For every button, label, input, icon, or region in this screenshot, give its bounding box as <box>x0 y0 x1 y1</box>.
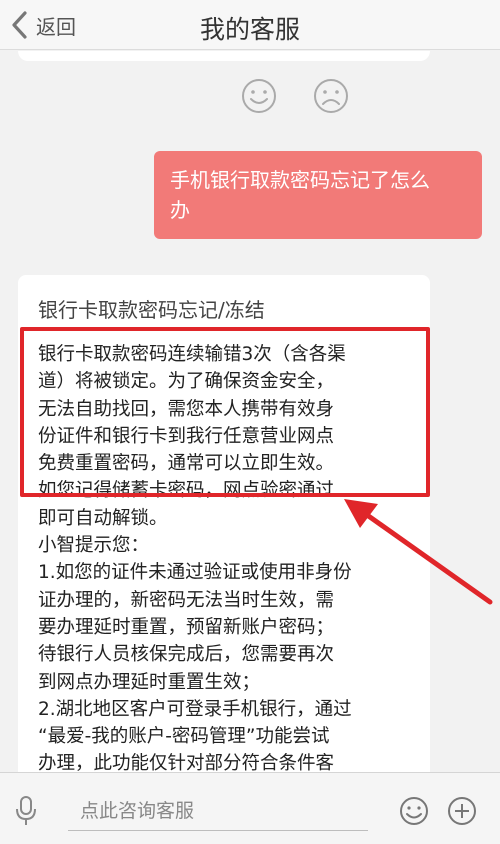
smile-icon[interactable] <box>240 77 278 115</box>
previous-message-bubble <box>18 51 430 61</box>
bot-message-title: 银行卡取款密码忘记/冻结 <box>38 298 265 322</box>
microphone-icon[interactable] <box>14 795 38 827</box>
emoji-icon[interactable] <box>398 795 430 827</box>
highlight-frame <box>20 327 430 497</box>
arrow-icon <box>344 499 493 605</box>
input-bar <box>0 772 500 844</box>
plus-icon[interactable] <box>446 795 478 827</box>
user-message-text: 手机银行取款密码忘记了怎么 办 <box>170 168 430 222</box>
user-message-bubble: 手机银行取款密码忘记了怎么 办 <box>154 151 482 239</box>
page-title: 我的客服 <box>199 15 300 44</box>
header-bar: 返回 我的客服 <box>0 0 500 50</box>
feedback-row <box>240 77 350 115</box>
chat-input[interactable] <box>68 791 368 831</box>
sad-face-icon[interactable] <box>312 77 350 115</box>
